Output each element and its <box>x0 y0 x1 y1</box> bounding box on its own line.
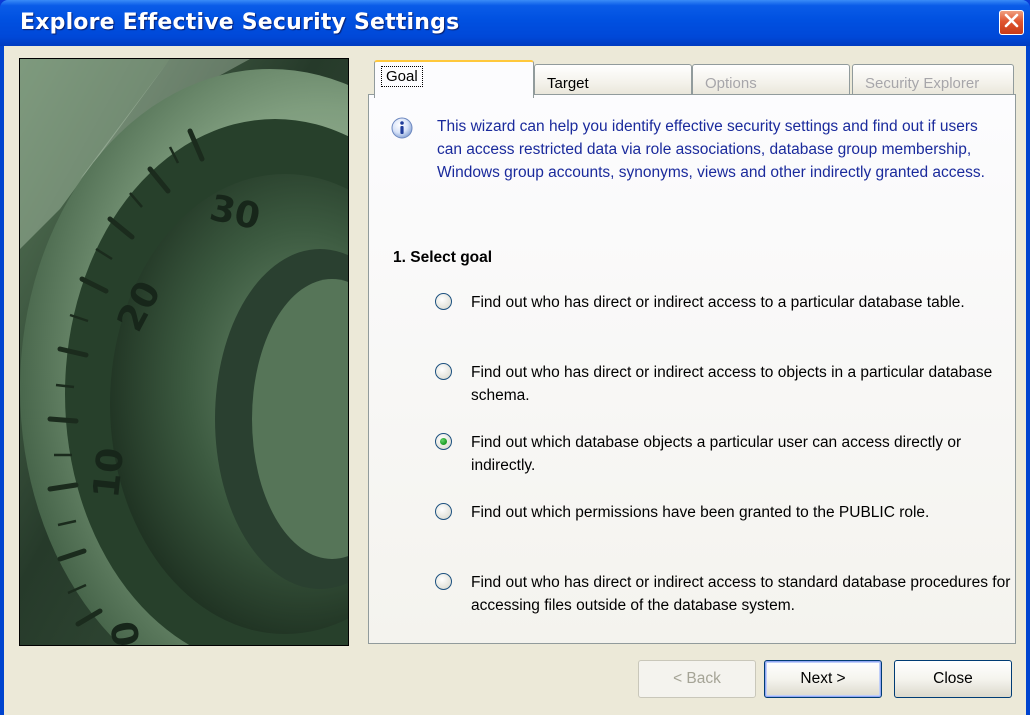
goal-radio-1[interactable] <box>435 293 452 310</box>
info-text: This wizard can help you identify effect… <box>437 118 985 181</box>
goal-radio-2[interactable] <box>435 363 452 380</box>
radio-selected-dot <box>440 438 447 445</box>
window-title: Explore Effective Security Settings <box>20 10 460 35</box>
goal-radio-4[interactable] <box>435 503 452 520</box>
wizard-tab-strip: Goal Target Options Security Explorer <box>368 60 1016 98</box>
window-close-button[interactable] <box>999 10 1024 35</box>
select-goal-heading: 1. Select goal <box>393 249 493 266</box>
goal-radio-5[interactable] <box>435 573 452 590</box>
goal-option-label[interactable]: Find out which database objects a partic… <box>471 431 1011 477</box>
next-button[interactable]: Next > <box>764 660 882 698</box>
tab-options[interactable]: Options <box>692 64 850 96</box>
info-icon <box>391 117 413 139</box>
back-button[interactable]: < Back <box>638 660 756 698</box>
close-button[interactable]: Close <box>894 660 1012 698</box>
goal-radio-3-selected[interactable] <box>435 433 452 450</box>
close-icon <box>1004 13 1019 33</box>
tab-security-explorer-label: Security Explorer <box>865 75 980 92</box>
goal-option-label[interactable]: Find out who has direct or indirect acce… <box>471 361 1011 407</box>
svg-text:10: 10 <box>86 446 132 500</box>
title-bar: Explore Effective Security Settings <box>0 0 1030 46</box>
goal-option-label[interactable]: Find out who has direct or indirect acce… <box>471 571 1011 617</box>
combination-lock-dial-image: 30 20 10 0 <box>19 58 349 646</box>
tab-target-label: Target <box>547 75 589 92</box>
tab-security-explorer[interactable]: Security Explorer <box>852 64 1014 96</box>
tab-goal-label: Goal <box>381 66 423 87</box>
tab-target[interactable]: Target <box>534 64 692 96</box>
dialog-client-area: 30 20 10 0 Goal Target Options Security … <box>4 46 1026 715</box>
goal-tab-panel: This wizard can help you identify effect… <box>368 94 1016 644</box>
goal-option-label[interactable]: Find out who has direct or indirect acce… <box>471 291 1011 314</box>
window-frame-right <box>1026 46 1030 715</box>
wizard-window: Explore Effective Security Settings 30 2… <box>0 0 1030 715</box>
goal-option-label[interactable]: Find out which permissions have been gra… <box>471 501 1011 524</box>
tab-goal[interactable]: Goal <box>374 60 534 98</box>
tab-options-label: Options <box>705 75 757 92</box>
